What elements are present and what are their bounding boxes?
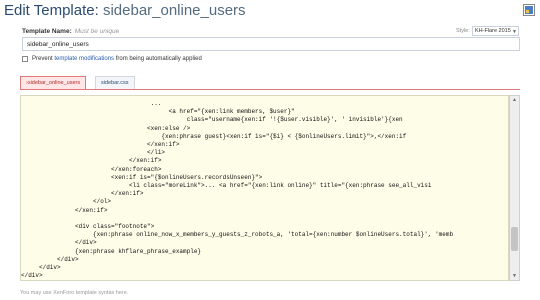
chevron-down-icon: ▼ (512, 29, 517, 35)
scroll-up-arrow-icon[interactable]: ▲ (510, 96, 519, 104)
code-line: </xen:if> (21, 206, 108, 214)
code-line: </xen:if> (21, 157, 162, 165)
prevent-text-before: Prevent (32, 56, 53, 62)
template-name-input[interactable] (22, 37, 520, 51)
code-line: </div> (21, 239, 97, 247)
template-name-hint: Must be unique (74, 28, 120, 35)
code-line: <div class="footnote"> (21, 223, 155, 230)
code-line: {xen:phrase guest}<xen:if is="{$i} < {$o… (21, 132, 407, 140)
code-line: {xen:phrase online_now_x_members_y_guest… (21, 231, 454, 239)
code-line: </xen:foreach> (21, 165, 162, 173)
prevent-text-after: from being automatically applied (115, 56, 202, 62)
code-editor[interactable]: ... <a href="{xen:link members, $user}" … (20, 95, 509, 281)
scroll-down-arrow-icon[interactable]: ▼ (510, 272, 519, 280)
code-line: </ol> (21, 198, 112, 206)
syntax-footnote: You may use XenForo template syntax here… (20, 290, 129, 296)
code-line: ... (21, 100, 162, 107)
code-line: </li> (21, 149, 166, 157)
code-line: class="username{xen:if '!{$user.visible}… (21, 116, 403, 124)
tab-sidebar-online-users[interactable]: ›sidebar_online_users (20, 76, 87, 90)
code-line: <xen:if is="{$onlineUsers.recordsUnseen}… (21, 173, 263, 181)
scrollbar-thumb[interactable] (511, 227, 518, 252)
template-name-label: Template Name: Must be unique (22, 28, 119, 35)
code-line: </div> (21, 264, 61, 271)
tab-sidebar-css[interactable]: sidebar.css (95, 76, 135, 90)
code-line: <a href="{xen:link members, $user}" (21, 108, 295, 116)
prevent-modifications-checkbox[interactable] (22, 56, 28, 62)
template-modifications-link[interactable]: template modifications (54, 56, 114, 62)
code-line: {xen:phrase khflare_phrase_example} (21, 247, 202, 255)
style-label: Style: (456, 28, 470, 34)
code-line: </div> (21, 272, 43, 280)
code-line: </div> (21, 255, 79, 263)
prevent-modifications-row: Prevent template modifications from bein… (22, 56, 202, 62)
page-title-template-name: sidebar_online_users (102, 2, 246, 19)
style-select[interactable]: KH-Flare 2015 ▼ (472, 26, 519, 36)
page-title: Edit Template: sidebar_online_users (4, 2, 246, 19)
code-line: </xen:if> (21, 190, 144, 198)
tab-bar-divider (20, 89, 520, 90)
template-name-label-text: Template Name: (22, 28, 72, 35)
code-line: <xen:else /> (21, 124, 191, 132)
style-properties-icon[interactable] (523, 4, 535, 16)
style-select-value: KH-Flare 2015 (475, 28, 511, 34)
editor-scrollbar[interactable]: ▲ ▼ (509, 95, 520, 281)
page-title-prefix: Edit Template: (4, 2, 99, 19)
code-line: <li class="moreLink">... <a href="{xen:l… (21, 182, 432, 189)
code-line: </xen:if> (21, 141, 180, 148)
